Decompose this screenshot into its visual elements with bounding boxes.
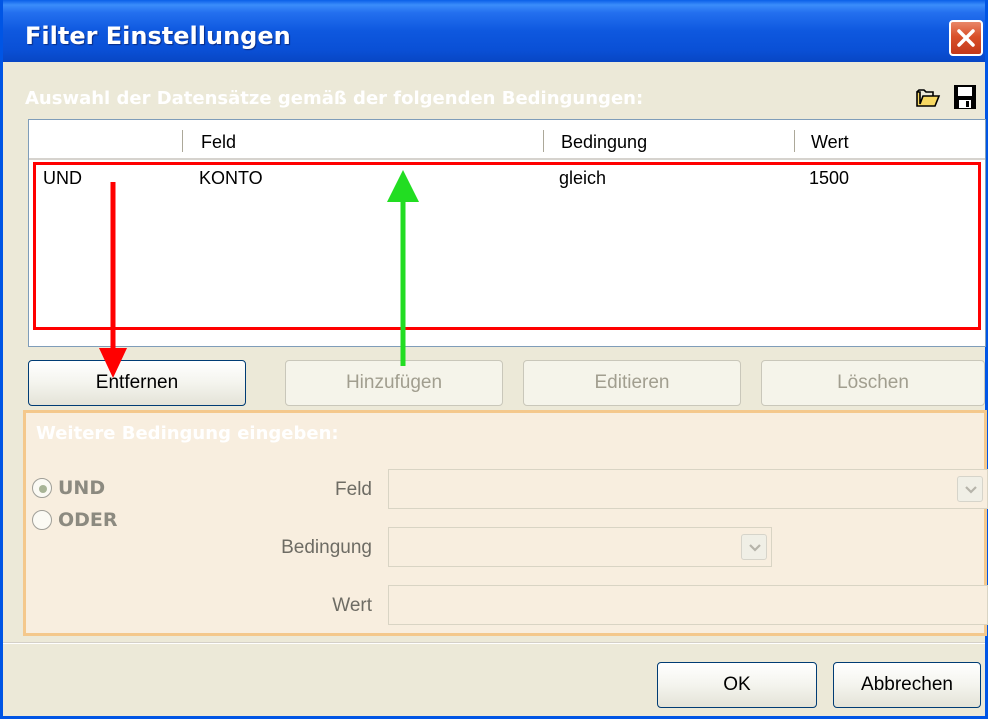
value-input[interactable] <box>388 585 988 625</box>
condition-select[interactable] <box>388 527 772 567</box>
highlight-box <box>33 162 981 330</box>
add-button[interactable]: Hinzufügen <box>285 360 503 406</box>
title-bar[interactable]: Filter Einstellungen <box>3 0 985 62</box>
column-separator[interactable] <box>794 130 795 152</box>
field-label: Feld <box>335 479 372 500</box>
new-condition-group: Weitere Bedingung eingeben: UND ODER Fel… <box>23 410 988 636</box>
column-separator[interactable] <box>543 130 544 152</box>
delete-button[interactable]: Löschen <box>761 360 985 406</box>
cancel-button[interactable]: Abbrechen <box>833 662 981 708</box>
table-header: Feld Bedingung Wert <box>29 120 985 160</box>
column-header-bedingung[interactable]: Bedingung <box>561 132 647 153</box>
column-separator[interactable] <box>182 130 183 152</box>
dialog-body: Auswahl der Datensätze gemäß der folgend… <box>3 62 988 716</box>
close-button[interactable] <box>949 20 983 56</box>
conditions-table[interactable]: Feld Bedingung Wert UND KONTO gleich 150… <box>28 119 986 347</box>
folder-open-icon[interactable] <box>915 87 941 109</box>
edit-button[interactable]: Editieren <box>523 360 741 406</box>
condition-label: Bedingung <box>281 537 372 558</box>
close-icon <box>957 29 975 47</box>
floppy-disk-icon[interactable] <box>953 84 977 110</box>
field-select[interactable] <box>388 469 988 509</box>
value-label: Wert <box>332 595 372 616</box>
dialog-title: Filter Einstellungen <box>25 22 291 50</box>
chevron-down-icon[interactable] <box>741 534 767 560</box>
filter-dialog: Filter Einstellungen Auswahl der Datensä… <box>0 0 988 719</box>
chevron-down-icon[interactable] <box>957 476 983 502</box>
conditions-header: Auswahl der Datensätze gemäß der folgend… <box>25 88 644 109</box>
column-header-wert[interactable]: Wert <box>811 132 849 153</box>
column-header-feld[interactable]: Feld <box>201 132 236 153</box>
radio-button[interactable] <box>32 510 52 530</box>
remove-button[interactable]: Entfernen <box>28 360 246 406</box>
radio-und[interactable]: UND <box>32 477 105 499</box>
footer-divider <box>3 642 985 644</box>
radio-und-label: UND <box>58 477 106 499</box>
ok-button[interactable]: OK <box>657 662 817 708</box>
group-title: Weitere Bedingung eingeben: <box>36 423 339 444</box>
radio-button[interactable] <box>32 478 52 498</box>
radio-oder-label: ODER <box>58 509 118 531</box>
radio-oder[interactable]: ODER <box>32 509 118 531</box>
